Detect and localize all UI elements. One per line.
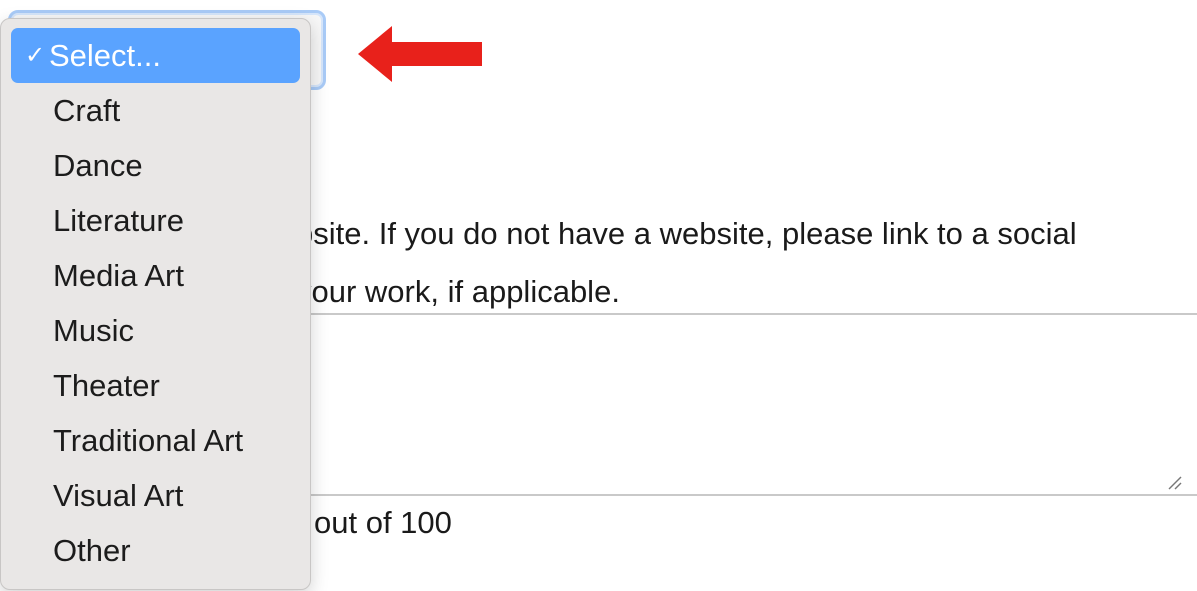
dropdown-option-label: Dance xyxy=(53,148,143,183)
red-arrow-annotation-icon xyxy=(358,26,482,82)
dropdown-option-visual-art[interactable]: Visual Art xyxy=(11,468,300,523)
form-page: ⌄ bsite. If you do not have a website, p… xyxy=(0,0,1197,591)
dropdown-option-literature[interactable]: Literature xyxy=(11,193,300,248)
dropdown-option-media-art[interactable]: Media Art xyxy=(11,248,300,303)
dropdown-option-label: Theater xyxy=(53,368,160,403)
dropdown-option-label: Craft xyxy=(53,93,121,128)
dropdown-option-label: Visual Art xyxy=(53,478,184,513)
dropdown-option-label: Media Art xyxy=(53,258,184,293)
dropdown-option-label: Other xyxy=(53,533,131,568)
dropdown-option-theater[interactable]: Theater xyxy=(11,358,300,413)
checkmark-icon: ✓ xyxy=(25,42,46,70)
dropdown-option-other[interactable]: Other xyxy=(11,523,300,578)
dropdown-option-label: Literature xyxy=(53,203,184,238)
dropdown-option-label: Music xyxy=(53,313,134,348)
dropdown-option-music[interactable]: Music xyxy=(11,303,300,358)
dropdown-option-select[interactable]: ✓ Select... xyxy=(11,28,300,83)
category-dropdown-menu[interactable]: ✓ Select... Craft Dance Literature Media … xyxy=(0,18,311,590)
website-help-text: bsite. If you do not have a website, ple… xyxy=(296,205,1196,321)
character-counter: out of 100 xyxy=(314,505,452,540)
dropdown-option-dance[interactable]: Dance xyxy=(11,138,300,193)
help-text-line-1: bsite. If you do not have a website, ple… xyxy=(296,216,1077,251)
dropdown-option-label: Traditional Art xyxy=(53,423,244,458)
resize-handle-icon[interactable] xyxy=(1168,476,1182,490)
dropdown-option-label: Select... xyxy=(49,38,161,73)
dropdown-option-traditional-art[interactable]: Traditional Art xyxy=(11,413,300,468)
dropdown-option-craft[interactable]: Craft xyxy=(11,83,300,138)
website-textarea[interactable] xyxy=(240,313,1197,496)
